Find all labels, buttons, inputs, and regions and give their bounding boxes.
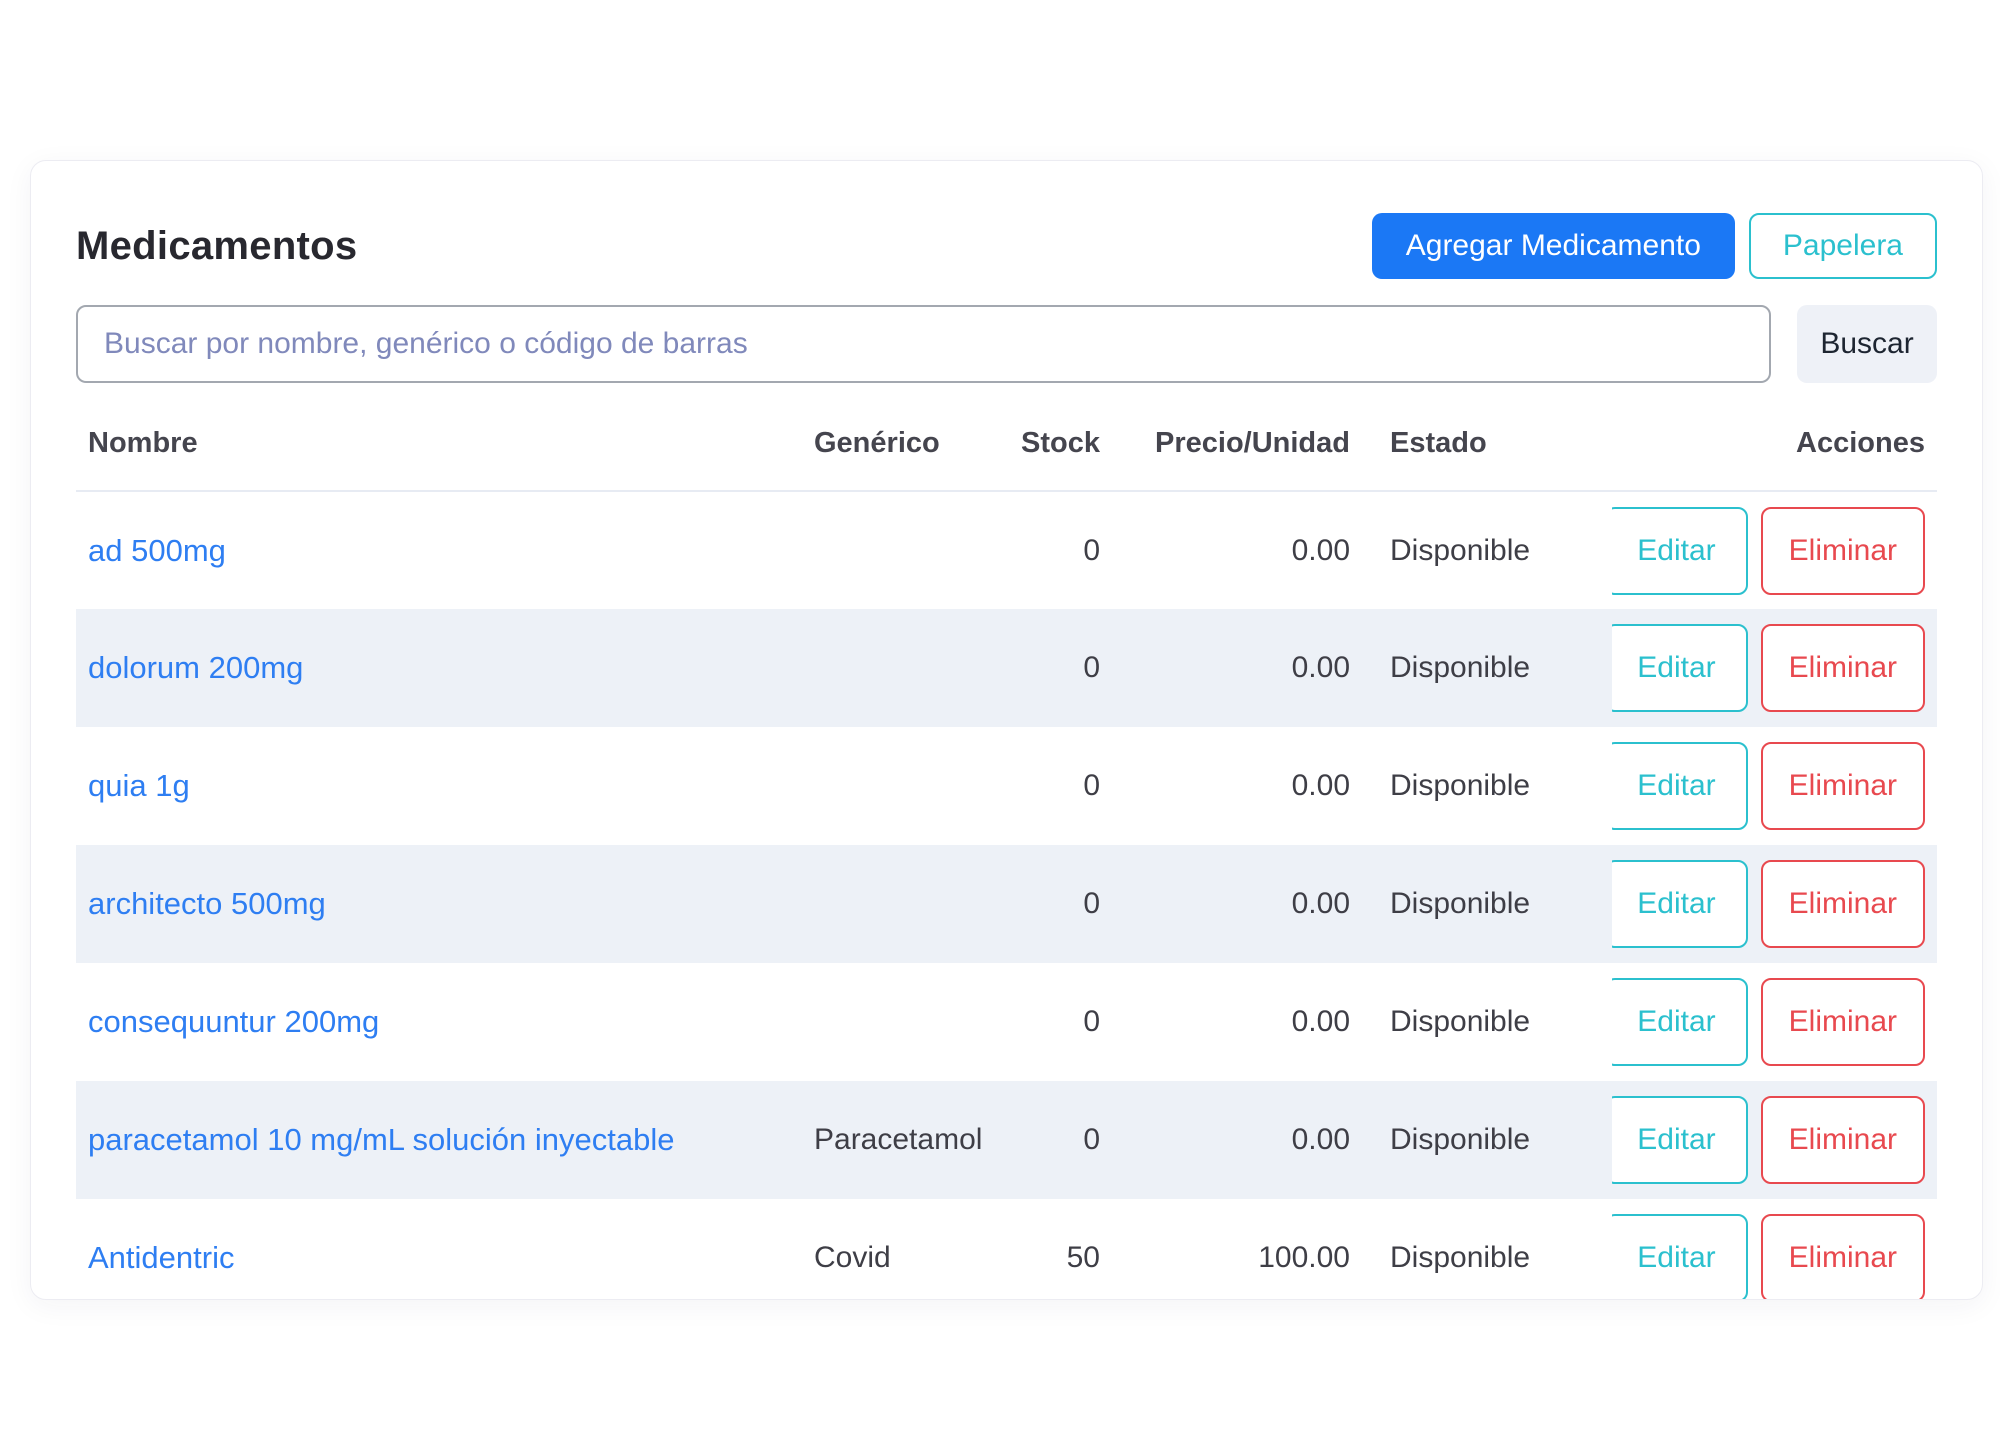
actions-cell: Editar Eliminar [1612,491,1937,609]
delete-button[interactable]: Eliminar [1761,978,1925,1066]
status-cell: Disponible [1362,1081,1612,1199]
generic-cell [802,727,992,845]
stock-cell: 0 [992,491,1112,609]
table-row: architecto 500mg 0 0.00 Disponible Edita… [76,845,1937,963]
generic-cell [802,609,992,727]
medications-table: Nombre Genérico Stock Precio/Unidad Esta… [76,383,1937,1300]
price-cell: 0.00 [1112,845,1362,963]
delete-button[interactable]: Eliminar [1761,507,1925,595]
generic-cell [802,491,992,609]
column-header-generico: Genérico [802,383,992,491]
name-cell: consequuntur 200mg [76,963,802,1081]
name-cell: paracetamol 10 mg/mL solución inyectable [76,1081,802,1199]
name-cell: dolorum 200mg [76,609,802,727]
column-header-nombre: Nombre [76,383,802,491]
medications-card: Medicamentos Agregar Medicamento Papeler… [30,160,1983,1300]
search-button[interactable]: Buscar [1797,305,1937,383]
column-header-stock: Stock [992,383,1112,491]
trash-button[interactable]: Papelera [1749,213,1937,279]
table-row: paracetamol 10 mg/mL solución inyectable… [76,1081,1937,1199]
stock-cell: 0 [992,1081,1112,1199]
edit-button[interactable]: Editar [1612,507,1748,595]
generic-cell [802,963,992,1081]
price-cell: 0.00 [1112,491,1362,609]
name-cell: Antidentric [76,1199,802,1300]
actions-cell: Editar Eliminar [1612,609,1937,727]
card-header: Medicamentos Agregar Medicamento Papeler… [76,213,1937,279]
page-title: Medicamentos [76,224,357,269]
table-row: quia 1g 0 0.00 Disponible Editar Elimina… [76,727,1937,845]
delete-button[interactable]: Eliminar [1761,624,1925,712]
generic-cell: Paracetamol [802,1081,992,1199]
edit-button[interactable]: Editar [1612,978,1748,1066]
stock-cell: 0 [992,609,1112,727]
name-cell: architecto 500mg [76,845,802,963]
table-row: dolorum 200mg 0 0.00 Disponible Editar E… [76,609,1937,727]
edit-button[interactable]: Editar [1612,1214,1748,1300]
medication-link[interactable]: dolorum 200mg [88,650,303,685]
medication-link[interactable]: paracetamol 10 mg/mL solución inyectable [88,1122,674,1157]
generic-cell: Covid [802,1199,992,1300]
search-input[interactable] [76,305,1771,383]
medication-link[interactable]: consequuntur 200mg [88,1004,379,1039]
status-cell: Disponible [1362,845,1612,963]
price-cell: 0.00 [1112,727,1362,845]
stock-cell: 0 [992,963,1112,1081]
stock-cell: 0 [992,727,1112,845]
table-row: ad 500mg 0 0.00 Disponible Editar Elimin… [76,491,1937,609]
status-cell: Disponible [1362,1199,1612,1300]
stock-cell: 0 [992,845,1112,963]
status-cell: Disponible [1362,491,1612,609]
price-cell: 100.00 [1112,1199,1362,1300]
search-bar: Buscar [76,305,1937,383]
column-header-estado: Estado [1362,383,1612,491]
delete-button[interactable]: Eliminar [1761,1096,1925,1184]
price-cell: 0.00 [1112,609,1362,727]
delete-button[interactable]: Eliminar [1761,1214,1925,1300]
price-cell: 0.00 [1112,963,1362,1081]
actions-cell: Editar Eliminar [1612,1081,1937,1199]
column-header-precio-unidad: Precio/Unidad [1112,383,1362,491]
edit-button[interactable]: Editar [1612,742,1748,830]
name-cell: quia 1g [76,727,802,845]
generic-cell [802,845,992,963]
add-medication-button[interactable]: Agregar Medicamento [1372,213,1735,279]
name-cell: ad 500mg [76,491,802,609]
table-row: consequuntur 200mg 0 0.00 Disponible Edi… [76,963,1937,1081]
actions-cell: Editar Eliminar [1612,1199,1937,1300]
status-cell: Disponible [1362,727,1612,845]
table-header-row: Nombre Genérico Stock Precio/Unidad Esta… [76,383,1937,491]
medication-link[interactable]: Antidentric [88,1240,234,1275]
medication-link[interactable]: quia 1g [88,768,190,803]
edit-button[interactable]: Editar [1612,624,1748,712]
medication-link[interactable]: architecto 500mg [88,886,326,921]
table-row: Antidentric Covid 50 100.00 Disponible E… [76,1199,1937,1300]
header-actions: Agregar Medicamento Papelera [1372,213,1937,279]
delete-button[interactable]: Eliminar [1761,742,1925,830]
price-cell: 0.00 [1112,1081,1362,1199]
medication-link[interactable]: ad 500mg [88,533,226,568]
delete-button[interactable]: Eliminar [1761,860,1925,948]
status-cell: Disponible [1362,609,1612,727]
stock-cell: 50 [992,1199,1112,1300]
actions-cell: Editar Eliminar [1612,963,1937,1081]
actions-cell: Editar Eliminar [1612,845,1937,963]
status-cell: Disponible [1362,963,1612,1081]
edit-button[interactable]: Editar [1612,1096,1748,1184]
edit-button[interactable]: Editar [1612,860,1748,948]
column-header-acciones: Acciones [1612,383,1937,491]
actions-cell: Editar Eliminar [1612,727,1937,845]
